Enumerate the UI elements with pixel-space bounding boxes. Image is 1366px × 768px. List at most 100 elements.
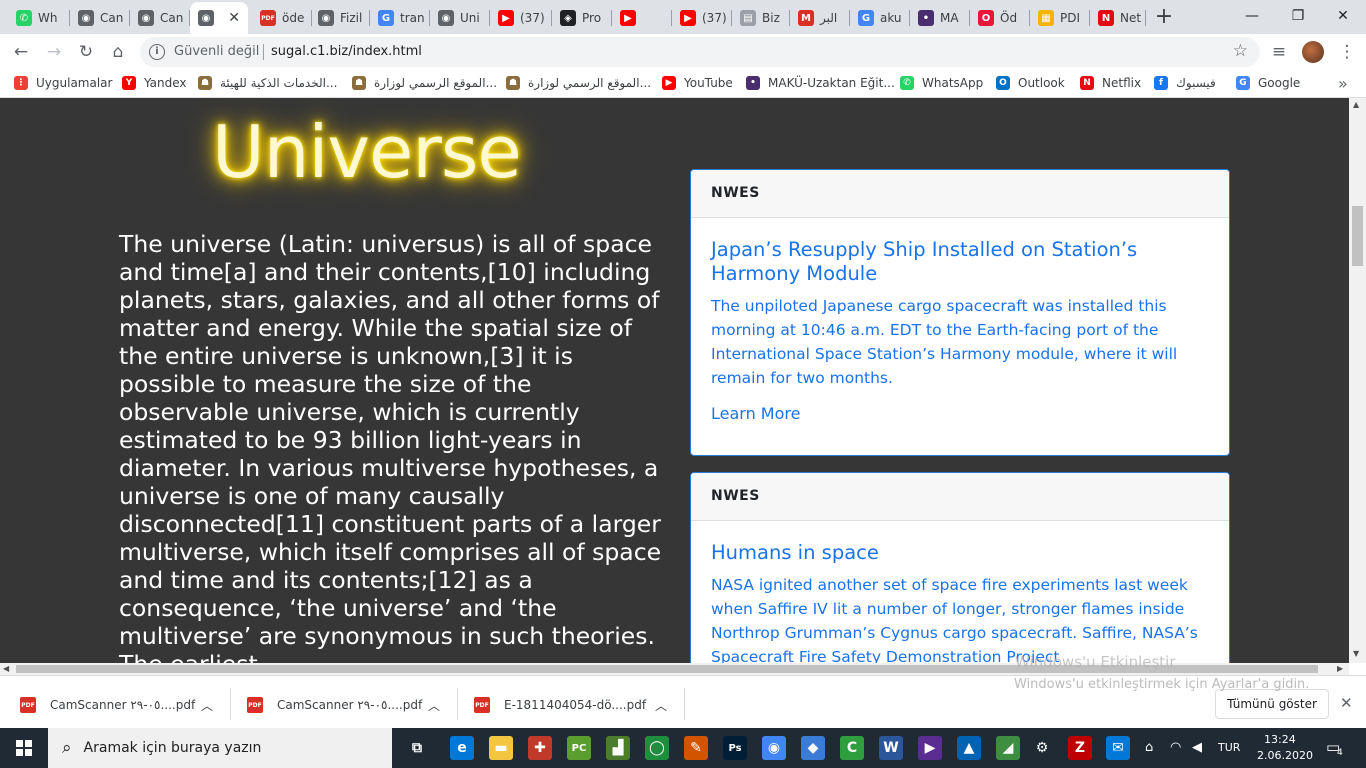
pc-icon[interactable]: PC: [567, 736, 591, 760]
vertical-scrollbar[interactable]: ▲ ▼: [1349, 98, 1366, 663]
bookmark-label: الموقع الرسمي لوزارة...: [374, 76, 498, 90]
bookmark-item[interactable]: N Netflix: [1080, 76, 1141, 90]
bookmark-item[interactable]: • MAKÜ-Uzaktan Eğit...: [746, 76, 895, 90]
bookmark-item[interactable]: Y Yandex: [122, 76, 187, 90]
profile-avatar[interactable]: [1302, 41, 1324, 63]
chevron-up-icon[interactable]: ︿: [655, 697, 667, 714]
tab-label: Wh: [38, 11, 58, 25]
download-filename: E-1811404054-dö....pdf: [504, 698, 647, 712]
bookmark-item[interactable]: f فيسبوك: [1154, 76, 1216, 90]
file-explorer-icon[interactable]: ▬: [489, 736, 513, 760]
menu-kebab-icon[interactable]: ⋮: [1334, 39, 1360, 65]
download-item[interactable]: PDF CamScanner ٠٥-٢٩....pdf: [20, 697, 195, 713]
chevron-up-icon[interactable]: ︿: [201, 697, 213, 714]
browser-tab[interactable]: M البر: [790, 6, 850, 30]
app-icon[interactable]: ◢: [996, 736, 1020, 760]
bookmark-item[interactable]: ☗ الخدمات الذكية للهيئة...: [198, 76, 337, 90]
browser-tab[interactable]: ◉ ✕: [190, 2, 248, 34]
app-icon[interactable]: ▟: [606, 736, 630, 760]
task-view-icon[interactable]: ⧉: [405, 736, 429, 760]
browser-tab[interactable]: N Net: [1090, 6, 1146, 30]
app-icon[interactable]: ◆: [801, 736, 825, 760]
game-icon[interactable]: ✚: [528, 736, 552, 760]
vertical-scroll-thumb[interactable]: [1352, 206, 1363, 266]
learn-more-link[interactable]: Learn More: [691, 390, 1229, 423]
paint-icon[interactable]: ✎: [684, 736, 708, 760]
browser-tab[interactable]: ▤ Biz: [732, 6, 790, 30]
show-all-downloads-button[interactable]: Tümünü göster: [1215, 689, 1329, 719]
taskbar-search[interactable]: ⌕ Aramak için buraya yazın: [48, 728, 392, 768]
clock-time[interactable]: 13:24: [1264, 733, 1296, 746]
browser-tab[interactable]: ◉ Can: [130, 6, 190, 30]
close-downloads-icon[interactable]: ✕: [1340, 694, 1353, 712]
back-arrow-icon[interactable]: ←: [8, 39, 34, 65]
edge-icon[interactable]: e: [450, 736, 474, 760]
browser-tab[interactable]: ✆ Wh: [8, 6, 70, 30]
bookmark-item[interactable]: G Google: [1236, 76, 1300, 90]
forward-arrow-icon[interactable]: →: [41, 39, 67, 65]
chrome-icon[interactable]: ◉: [762, 736, 786, 760]
download-item[interactable]: PDF E-1811404054-dö....pdf: [474, 697, 646, 713]
reload-icon[interactable]: ↻: [73, 39, 99, 65]
new-tab-button[interactable]: +: [1150, 4, 1178, 30]
download-item[interactable]: PDF CamScanner ٠٥-٢٩....pdf: [247, 697, 422, 713]
bookmarks-bar: ⋮ Uygulamalar Y Yandex ☗ الخدمات الذكية للهيئ…: [0, 70, 1366, 98]
language-indicator[interactable]: TUR: [1218, 741, 1240, 754]
clock-date[interactable]: 2.06.2020: [1257, 749, 1313, 762]
settings-icon[interactable]: ⚙: [1030, 736, 1054, 760]
reading-list-icon[interactable]: ≡: [1266, 39, 1292, 65]
browser-tab[interactable]: ◉ Fizil: [310, 6, 370, 30]
bookmark-label: Yandex: [144, 76, 187, 90]
tab-label: öde: [282, 11, 305, 25]
camtasia-icon[interactable]: C: [840, 736, 864, 760]
mail-icon[interactable]: ✉: [1106, 736, 1130, 760]
close-tab-icon[interactable]: ✕: [228, 10, 240, 26]
browser-tab[interactable]: • MA: [910, 6, 970, 30]
scroll-left-arrow-icon[interactable]: ◀: [3, 664, 9, 673]
browser-tab[interactable]: PDF öde: [252, 6, 312, 30]
wifi-icon[interactable]: ◠: [1170, 740, 1181, 755]
bookmark-star-icon[interactable]: ☆: [1233, 41, 1248, 61]
browser-tab[interactable]: Gtran: [370, 6, 430, 30]
bookmark-item[interactable]: ✆ WhatsApp: [900, 76, 983, 90]
tab-label: Can: [160, 11, 184, 25]
chevron-up-icon[interactable]: ︿: [428, 697, 440, 714]
url-text[interactable]: sugal.c1.biz/index.html: [271, 44, 422, 59]
browser-tab[interactable]: ◈ Pro: [552, 6, 612, 30]
circle-app-icon[interactable]: ◯: [645, 736, 669, 760]
minimize-button[interactable]: —: [1229, 0, 1275, 34]
bookmark-item[interactable]: O Outlook: [996, 76, 1065, 90]
tab-label: Fizil: [340, 11, 363, 25]
bookmark-item[interactable]: ▶ YouTube: [662, 76, 733, 90]
scroll-up-arrow-icon[interactable]: ▲: [1353, 100, 1359, 109]
windows-start-icon[interactable]: [0, 728, 48, 768]
maximize-button[interactable]: ❐: [1275, 0, 1321, 34]
filezilla-icon[interactable]: Z: [1068, 736, 1092, 760]
network-icon[interactable]: ⌂: [1145, 740, 1153, 755]
scroll-down-arrow-icon[interactable]: ▼: [1353, 649, 1359, 658]
browser-tab[interactable]: ◉ Can: [70, 6, 130, 30]
browser-tab[interactable]: ▦ PDI: [1030, 6, 1090, 30]
address-bar[interactable]: i Güvenli değil sugal.c1.biz/index.html …: [140, 37, 1260, 67]
browser-tab[interactable]: O Öd: [970, 6, 1030, 30]
more-bookmarks-icon[interactable]: »: [1338, 74, 1348, 93]
download-filename: CamScanner ٠٥-٢٩....pdf: [50, 698, 196, 712]
bookmark-item[interactable]: ☗ الموقع الرسمي لوزارة...: [506, 76, 651, 90]
news-card: NWES Japan’s Resupply Ship Installed on …: [690, 169, 1230, 456]
browser-tab[interactable]: ◉ Uni: [430, 6, 490, 30]
scroll-right-arrow-icon[interactable]: ▶: [1337, 664, 1343, 673]
close-window-button[interactable]: ✕: [1320, 0, 1366, 34]
bookmark-item[interactable]: ⋮ Uygulamalar: [14, 76, 112, 90]
info-icon[interactable]: i: [149, 44, 165, 60]
home-icon[interactable]: ⌂: [105, 39, 131, 65]
browser-tab[interactable]: ▶: [612, 6, 672, 30]
bookmark-item[interactable]: ☗ الموقع الرسمي لوزارة...: [352, 76, 497, 90]
photos-icon[interactable]: ▲: [957, 736, 981, 760]
volume-icon[interactable]: ◀: [1192, 740, 1202, 755]
browser-tab[interactable]: ▶ (37): [490, 6, 552, 30]
browser-tab[interactable]: ▶ (37): [672, 6, 732, 30]
browser-tab[interactable]: Gaku: [850, 6, 910, 30]
photoshop-icon[interactable]: Ps: [723, 736, 747, 760]
video-icon[interactable]: ▶: [918, 736, 942, 760]
word-icon[interactable]: W: [879, 736, 903, 760]
